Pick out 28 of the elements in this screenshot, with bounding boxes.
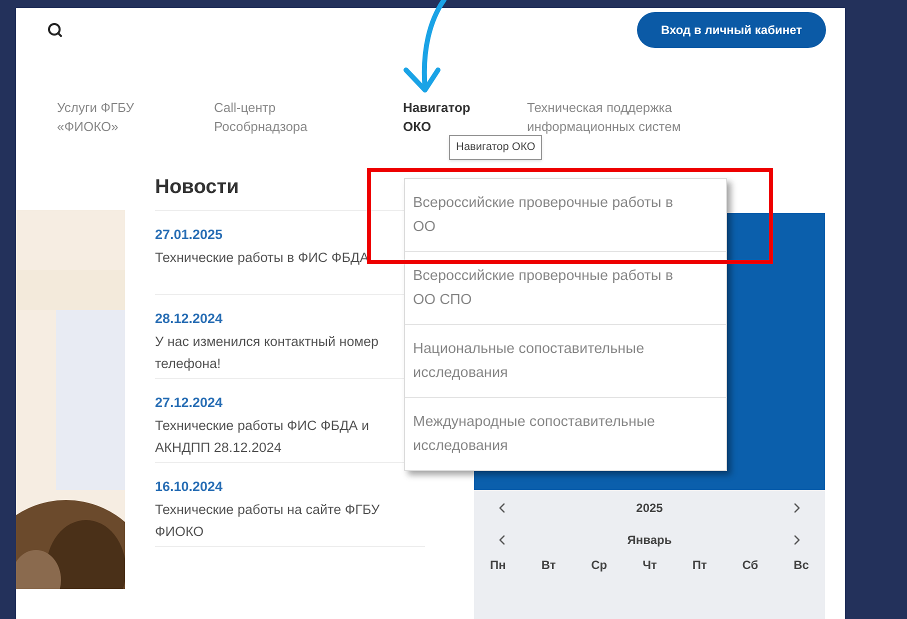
weekday-label: Вт xyxy=(541,557,556,574)
weekday-label: Ср xyxy=(591,557,608,574)
news-date[interactable]: 16.10.2024 xyxy=(155,477,223,498)
dropdown-item[interactable]: Всероссийские проверочные работы в ОО СПО xyxy=(413,264,691,312)
dropdown-item[interactable]: Национальные сопоставительные исследования xyxy=(413,337,691,385)
weekday-label: Чт xyxy=(642,557,657,574)
dropdown-item[interactable]: Всероссийские проверочные работы в ОО xyxy=(413,191,691,239)
dropdown-item[interactable]: Международные сопоставительные исследования xyxy=(413,410,691,458)
weekday-label: Пн xyxy=(490,557,506,574)
calendar-year: 2025 xyxy=(636,500,663,517)
news-date[interactable]: 27.12.2024 xyxy=(155,393,223,414)
news-title[interactable]: Технические работы на сайте ФГБУ ФИОКО xyxy=(155,499,395,544)
nav-link[interactable]: Техническая поддержка информационных систем xyxy=(527,98,727,136)
news-title[interactable]: Технические работы в ФИС ФБДА xyxy=(155,247,395,270)
news-date[interactable]: 27.01.2025 xyxy=(155,225,223,246)
calendar-month: Январь xyxy=(627,532,672,549)
news-date[interactable]: 28.12.2024 xyxy=(155,309,223,330)
news-title[interactable]: Технические работы ФИС ФБДА и АКНДПП 28.12.2024 xyxy=(155,415,395,460)
login-button[interactable]: Вход в личный кабинет xyxy=(637,12,826,48)
news-title[interactable]: У нас изменился контактный номер телефона! xyxy=(155,331,395,376)
tooltip: Навигатор ОКО xyxy=(449,135,542,160)
weekday-label: Пт xyxy=(692,557,707,574)
nav-link[interactable]: Навигатор ОКО xyxy=(403,98,493,136)
search-icon[interactable] xyxy=(47,22,63,38)
weekday-label: Сб xyxy=(742,557,758,574)
weekday-label: Вс xyxy=(794,557,809,574)
nav-link[interactable]: Call-центр Рособрнадзора xyxy=(214,98,344,136)
nav-link[interactable]: Услуги ФГБУ «ФИОКО» xyxy=(57,98,167,136)
